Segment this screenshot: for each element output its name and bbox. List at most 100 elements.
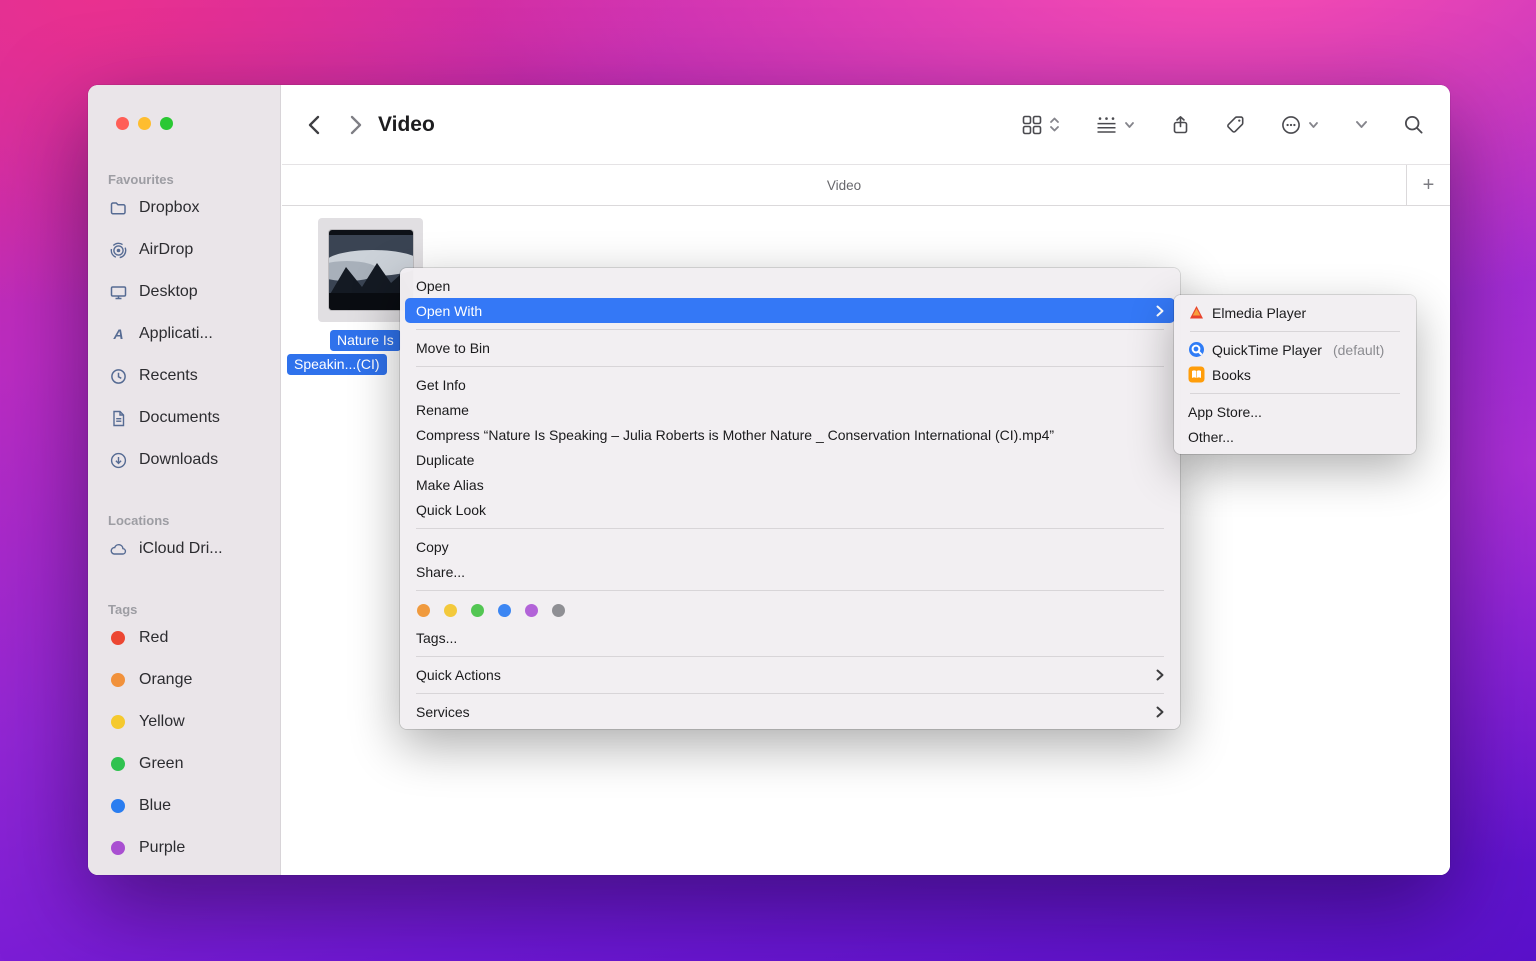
tag-icon xyxy=(1226,115,1245,134)
menu-item-rename[interactable]: Rename xyxy=(400,397,1180,422)
tag-purple-button[interactable] xyxy=(525,604,538,617)
menu-item-open[interactable]: Open xyxy=(400,273,1180,298)
close-button[interactable] xyxy=(116,117,129,130)
toolbar-collapse-button[interactable] xyxy=(1355,120,1368,129)
chevron-down-icon xyxy=(1124,121,1135,129)
sidebar-item-icloud-drive[interactable]: iCloud Dri... xyxy=(108,528,280,570)
tab-video[interactable]: Video xyxy=(282,165,1406,205)
minimize-button[interactable] xyxy=(138,117,151,130)
tag-yellow-button[interactable] xyxy=(444,604,457,617)
tag-purple-icon xyxy=(111,841,125,855)
menu-item-tags[interactable]: Tags... xyxy=(400,625,1180,650)
chevron-right-icon xyxy=(350,115,362,135)
tag-gray-button[interactable] xyxy=(552,604,565,617)
share-icon xyxy=(1171,115,1190,135)
menu-item-quick-look[interactable]: Quick Look xyxy=(400,497,1180,522)
submenu-item-quicktime-player[interactable]: QuickTime Player (default) xyxy=(1174,337,1416,362)
sidebar-item-desktop[interactable]: Desktop xyxy=(108,271,280,313)
submenu-chevron-icon xyxy=(1156,706,1164,718)
sidebar-item-tag-yellow[interactable]: Yellow xyxy=(108,701,280,743)
sidebar-item-recents[interactable]: Recents xyxy=(108,355,280,397)
view-mode-button[interactable] xyxy=(1022,115,1060,135)
back-button[interactable] xyxy=(308,115,320,135)
menu-separator xyxy=(416,329,1164,330)
submenu-item-label: QuickTime Player xyxy=(1212,342,1322,358)
sidebar-item-label: iCloud Dri... xyxy=(139,540,223,558)
clock-icon xyxy=(108,368,128,385)
plus-icon: + xyxy=(1423,174,1435,197)
submenu-item-app-store[interactable]: App Store... xyxy=(1174,399,1416,424)
elmedia-player-icon xyxy=(1188,304,1205,321)
tab-bar: Video + xyxy=(282,164,1450,206)
sidebar-item-airdrop[interactable]: AirDrop xyxy=(108,229,280,271)
share-button[interactable] xyxy=(1171,115,1190,135)
sidebar-item-applications[interactable]: A Applicati... xyxy=(108,313,280,355)
menu-item-compress[interactable]: Compress “Nature Is Speaking – Julia Rob… xyxy=(400,422,1180,447)
menu-separator xyxy=(1190,331,1400,332)
menu-separator xyxy=(416,656,1164,657)
tags-button[interactable] xyxy=(1226,115,1245,134)
context-menu: Open Open With Move to Bin Get Info Rena… xyxy=(400,268,1180,729)
tag-orange-button[interactable] xyxy=(417,604,430,617)
tag-green-button[interactable] xyxy=(471,604,484,617)
sidebar-item-label: Applicati... xyxy=(139,325,213,343)
menu-separator xyxy=(416,590,1164,591)
sidebar-item-downloads[interactable]: Downloads xyxy=(108,439,280,481)
cloud-icon xyxy=(108,541,128,558)
sidebar-item-label: Yellow xyxy=(139,713,185,731)
sidebar-item-label: AirDrop xyxy=(139,241,193,259)
tag-blue-button[interactable] xyxy=(498,604,511,617)
submenu-chevron-icon xyxy=(1156,669,1164,681)
menu-item-services[interactable]: Services xyxy=(400,699,1180,724)
menu-item-duplicate[interactable]: Duplicate xyxy=(400,447,1180,472)
sidebar-item-label: Desktop xyxy=(139,283,198,301)
submenu-item-elmedia-player[interactable]: Elmedia Player xyxy=(1174,300,1416,325)
desktop-wallpaper: Favourites Dropbox AirDrop xyxy=(0,0,1536,961)
sidebar-item-label: Downloads xyxy=(139,451,218,469)
menu-item-move-to-bin[interactable]: Move to Bin xyxy=(400,335,1180,360)
menu-item-quick-actions[interactable]: Quick Actions xyxy=(400,662,1180,687)
menu-item-open-with[interactable]: Open With xyxy=(405,298,1175,323)
sidebar-heading-favourites: Favourites xyxy=(108,172,280,187)
sidebar-item-tag-red[interactable]: Red xyxy=(108,617,280,659)
menu-item-get-info[interactable]: Get Info xyxy=(400,372,1180,397)
menu-item-share[interactable]: Share... xyxy=(400,559,1180,584)
books-icon xyxy=(1188,366,1205,383)
desktop-icon xyxy=(108,284,128,301)
tag-color-row xyxy=(400,596,1180,625)
group-by-button[interactable] xyxy=(1096,116,1135,134)
svg-text:A: A xyxy=(112,326,123,342)
forward-button[interactable] xyxy=(350,115,362,135)
folder-icon xyxy=(108,200,128,217)
tab-label: Video xyxy=(827,178,861,193)
quicktime-player-icon xyxy=(1188,341,1205,358)
more-options-button[interactable] xyxy=(1281,115,1319,135)
tag-red-icon xyxy=(111,631,125,645)
submenu-item-other[interactable]: Other... xyxy=(1174,424,1416,449)
sidebar-heading-locations: Locations xyxy=(108,513,280,528)
chevron-updown-icon xyxy=(1049,116,1060,133)
submenu-item-books[interactable]: Books xyxy=(1174,362,1416,387)
sidebar-item-tag-green[interactable]: Green xyxy=(108,743,280,785)
menu-separator xyxy=(416,366,1164,367)
menu-separator xyxy=(416,693,1164,694)
sidebar-item-label: Documents xyxy=(139,409,220,427)
group-view-icon xyxy=(1096,116,1117,134)
menu-item-copy[interactable]: Copy xyxy=(400,534,1180,559)
airdrop-icon xyxy=(108,242,128,259)
sidebar-item-label: Recents xyxy=(139,367,198,385)
sidebar-item-tag-orange[interactable]: Orange xyxy=(108,659,280,701)
zoom-button[interactable] xyxy=(160,117,173,130)
search-button[interactable] xyxy=(1404,115,1424,135)
sidebar-heading-tags: Tags xyxy=(108,602,280,617)
menu-item-label: Quick Actions xyxy=(416,667,501,683)
sidebar-item-dropbox[interactable]: Dropbox xyxy=(108,187,280,229)
sidebar-item-tag-blue[interactable]: Blue xyxy=(108,785,280,827)
sidebar-item-documents[interactable]: Documents xyxy=(108,397,280,439)
menu-item-make-alias[interactable]: Make Alias xyxy=(400,472,1180,497)
sidebar-item-tag-purple[interactable]: Purple xyxy=(108,827,280,869)
ellipsis-circle-icon xyxy=(1281,115,1301,135)
new-tab-button[interactable]: + xyxy=(1406,165,1450,205)
search-icon xyxy=(1404,115,1424,135)
menu-item-label: Services xyxy=(416,704,470,720)
